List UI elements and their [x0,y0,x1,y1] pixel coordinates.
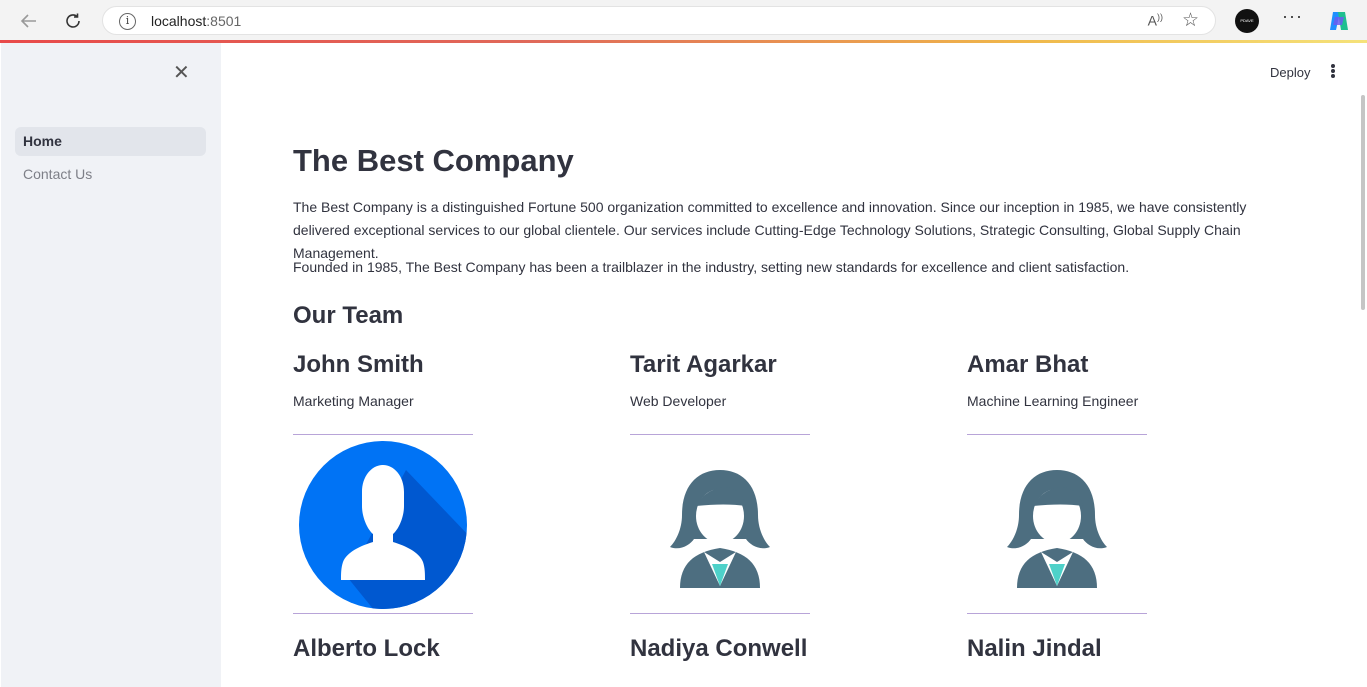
back-arrow-icon[interactable] [16,8,42,34]
female-user-icon [630,440,810,610]
divider [293,434,473,435]
read-aloud-icon[interactable]: A)) [1148,12,1163,29]
member-name: Nadiya Conwell [630,635,808,662]
divider [630,434,810,435]
deploy-button[interactable]: Deploy [1270,65,1310,80]
team-heading: Our Team [293,302,404,329]
close-icon[interactable]: ✕ [173,63,190,83]
team-member-card: Nadiya Conwell [630,635,930,663]
member-name: Tarit Agarkar [630,351,777,378]
favorite-star-icon[interactable]: ☆ [1182,9,1199,32]
more-options-icon[interactable]: ··· [1282,6,1303,27]
divider [967,613,1147,614]
scrollbar[interactable] [1361,95,1365,310]
site-info-icon[interactable]: i [119,13,136,30]
address-bar[interactable]: i localhost:8501 A)) ☆ [102,6,1216,35]
page-title: The Best Company [293,143,574,178]
male-user-icon [293,440,473,610]
sidebar-item-home[interactable]: Home [15,127,206,156]
divider [967,434,1147,435]
divider [630,613,810,614]
url-text[interactable]: localhost:8501 [151,13,241,29]
reload-icon[interactable] [60,8,86,34]
member-name: John Smith [293,351,424,378]
member-role: Machine Learning Engineer [967,393,1139,409]
member-name: Amar Bhat [967,351,1089,378]
female-user-icon [967,440,1147,610]
browser-toolbar: i localhost:8501 A)) ☆ PDAVE ··· [0,0,1367,41]
sidebar-item-contact-us[interactable]: Contact Us [15,160,206,189]
main-content: Deploy The Best Company The Best Company… [221,43,1367,687]
main-menu-icon[interactable] [1329,63,1337,81]
member-role: Marketing Manager [293,393,414,409]
team-member-card: Alberto Lock [293,635,593,663]
team-member-card: Nalin Jindal [967,635,1267,663]
divider [293,613,473,614]
team-member-card: Tarit Agarkar Web Developer [630,351,930,409]
company-history: Founded in 1985, The Best Company has be… [293,259,1130,275]
company-description: The Best Company is a distinguished Fort… [293,199,1247,261]
team-member-card: Amar Bhat Machine Learning Engineer [967,351,1267,409]
member-role: Web Developer [630,393,727,409]
team-member-card: John Smith Marketing Manager [293,351,593,409]
profile-avatar[interactable]: PDAVE [1235,9,1259,33]
member-name: Nalin Jindal [967,635,1102,662]
sidebar: ✕ Home Contact Us [1,43,221,687]
copilot-icon[interactable] [1327,9,1351,33]
member-name: Alberto Lock [293,635,440,662]
